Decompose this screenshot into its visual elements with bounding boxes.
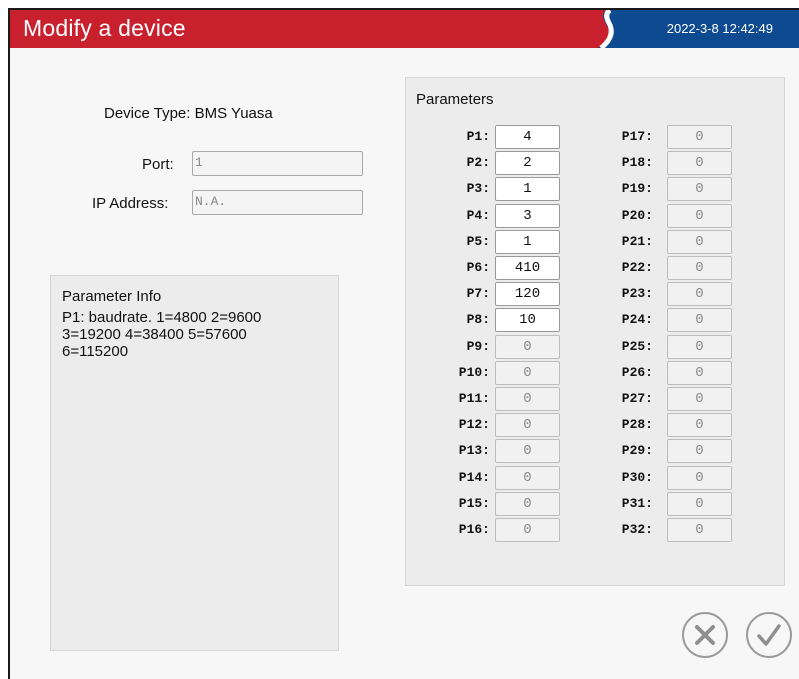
param-label-p27: P27: bbox=[621, 391, 653, 406]
parameter-info-text: P1: baudrate. 1=4800 2=9600 3=19200 4=38… bbox=[62, 309, 262, 360]
dialog-content: Device Type: BMS Yuasa Port: 1 IP Addres… bbox=[10, 48, 799, 679]
param-label-p29: P29: bbox=[621, 443, 653, 459]
param-input-p11: 0 bbox=[495, 387, 560, 411]
param-label-p19: P19: bbox=[621, 181, 653, 197]
param-input-p32: 0 bbox=[667, 518, 732, 542]
param-input-p26: 0 bbox=[667, 360, 732, 385]
param-input-p21: 0 bbox=[667, 229, 732, 254]
check-circle-icon bbox=[757, 624, 781, 646]
param-label-p24: P24: bbox=[621, 312, 653, 328]
param-label-p15: P15: bbox=[458, 495, 490, 511]
param-label-p3: P3: bbox=[466, 181, 490, 197]
param-input-p2[interactable]: 2 bbox=[495, 151, 560, 176]
window-title: Modify a device bbox=[23, 15, 186, 41]
param-input-p29: 0 bbox=[667, 439, 732, 464]
param-input-p28: 0 bbox=[667, 413, 732, 438]
param-label-p16: P16: bbox=[458, 522, 490, 537]
param-input-p24: 0 bbox=[667, 308, 732, 333]
param-label-p26: P26: bbox=[621, 364, 653, 380]
param-input-p15: 0 bbox=[495, 491, 560, 516]
param-label-p18: P18: bbox=[621, 155, 653, 171]
param-input-p13: 0 bbox=[495, 439, 560, 464]
param-input-p19: 0 bbox=[667, 177, 732, 202]
param-input-p9: 0 bbox=[495, 334, 560, 359]
param-input-p12: 0 bbox=[495, 413, 560, 438]
param-input-p16: 0 bbox=[495, 518, 560, 542]
param-label-p10: P10: bbox=[458, 364, 490, 380]
ip-address-input[interactable]: N.A. bbox=[192, 190, 363, 215]
parameters-title: Parameters bbox=[416, 91, 494, 108]
param-label-p2: P2: bbox=[466, 155, 490, 171]
param-input-p8[interactable]: 10 bbox=[495, 308, 560, 333]
parameter-info-title: Parameter Info bbox=[62, 288, 162, 305]
param-label-p5: P5: bbox=[466, 233, 490, 249]
param-label-p17: P17: bbox=[621, 129, 653, 144]
param-input-p18: 0 bbox=[667, 151, 732, 176]
param-label-p11: P11: bbox=[458, 391, 490, 406]
param-input-p27: 0 bbox=[667, 387, 732, 411]
param-input-p20: 0 bbox=[667, 203, 732, 228]
parameter-info-panel: Parameter Info P1: baudrate. 1=4800 2=96… bbox=[50, 275, 339, 651]
device-type-row: Device Type: BMS Yuasa bbox=[104, 105, 273, 122]
param-label-p8: P8: bbox=[466, 312, 490, 328]
cancel-button[interactable] bbox=[682, 612, 728, 658]
confirm-button[interactable] bbox=[746, 612, 792, 658]
title-bar: Modify a device 2022-3-8 12:42:49 bbox=[10, 10, 799, 48]
param-label-p12: P12: bbox=[458, 417, 490, 433]
param-label-p1: P1: bbox=[466, 129, 490, 144]
param-input-p14: 0 bbox=[495, 465, 560, 490]
param-label-p32: P32: bbox=[621, 522, 653, 537]
param-label-p28: P28: bbox=[621, 417, 653, 433]
param-input-p30: 0 bbox=[667, 465, 732, 490]
param-input-p17: 0 bbox=[667, 125, 732, 149]
param-input-p3[interactable]: 1 bbox=[495, 177, 560, 202]
datetime-display: 2022-3-8 12:42:49 bbox=[666, 21, 773, 36]
param-input-p1[interactable]: 4 bbox=[495, 125, 560, 149]
device-type-label: Device Type: bbox=[104, 105, 191, 122]
parameters-panel: Parameters P1: 4 P2: 2 P3: 1 P4: 3 P5: 1 P6: 410 P7:… bbox=[405, 77, 785, 586]
param-label-p23: P23: bbox=[621, 286, 653, 302]
param-label-p6: P6: bbox=[466, 260, 490, 275]
param-input-p6[interactable]: 410 bbox=[495, 256, 560, 280]
param-input-p7[interactable]: 120 bbox=[495, 282, 560, 307]
device-type-value: BMS Yuasa bbox=[194, 105, 273, 122]
ip-address-label: IP Address: bbox=[92, 195, 169, 212]
param-input-p10: 0 bbox=[495, 360, 560, 385]
param-label-p22: P22: bbox=[621, 260, 653, 275]
param-input-p23: 0 bbox=[667, 282, 732, 307]
close-circle-icon bbox=[695, 625, 715, 645]
param-label-p4: P4: bbox=[466, 207, 490, 223]
param-input-p4[interactable]: 3 bbox=[495, 203, 560, 228]
param-label-p20: P20: bbox=[621, 207, 653, 223]
param-input-p31: 0 bbox=[667, 491, 732, 516]
port-input[interactable]: 1 bbox=[192, 151, 363, 176]
param-label-p9: P9: bbox=[466, 338, 490, 354]
param-label-p30: P30: bbox=[621, 469, 653, 485]
param-label-p21: P21: bbox=[621, 233, 653, 249]
param-label-p31: P31: bbox=[621, 495, 653, 511]
param-input-p22: 0 bbox=[667, 256, 732, 280]
param-label-p7: P7: bbox=[466, 286, 490, 302]
param-label-p13: P13: bbox=[458, 443, 490, 459]
param-label-p25: P25: bbox=[621, 338, 653, 354]
param-label-p14: P14: bbox=[458, 469, 490, 485]
param-input-p5[interactable]: 1 bbox=[495, 229, 560, 254]
port-label: Port: bbox=[142, 156, 174, 173]
param-input-p25: 0 bbox=[667, 334, 732, 359]
